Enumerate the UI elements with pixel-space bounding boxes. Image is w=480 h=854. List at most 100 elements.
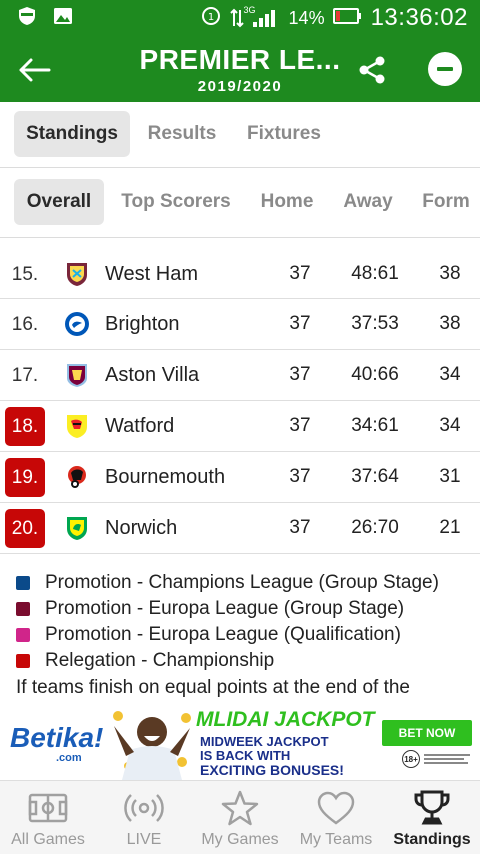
points: 38 xyxy=(439,313,461,334)
tab-away[interactable]: Away xyxy=(334,179,402,225)
legend-label: Promotion - Europa League (Group Stage) xyxy=(45,598,405,619)
standings-legend: Promotion - Champions League (Group Stag… xyxy=(16,570,476,674)
page-title: PREMIER LE... xyxy=(139,44,341,75)
star-icon xyxy=(220,789,260,827)
legend-swatch xyxy=(16,602,30,616)
matches-played: 37 xyxy=(289,364,311,385)
nav-label: My Teams xyxy=(299,831,373,848)
trophy-icon xyxy=(412,789,452,827)
nav-label: My Games xyxy=(201,831,279,848)
table-row[interactable]: 16. Brighton 37 37:53 38 xyxy=(0,299,480,350)
team-name: Aston Villa xyxy=(105,364,200,386)
arrow-left-icon xyxy=(19,58,51,82)
share-button[interactable] xyxy=(352,50,392,90)
position: 17. xyxy=(11,364,39,386)
bet-now-button[interactable]: BET NOW xyxy=(382,720,472,746)
legend-swatch xyxy=(16,628,30,642)
west-ham-crest-icon xyxy=(64,261,90,287)
nav-label: LIVE xyxy=(126,831,162,848)
legend-label: Promotion - Champions League (Group Stag… xyxy=(45,572,439,593)
ad-copy-line: EXCITING BONUSES! xyxy=(200,762,344,778)
position: 15. xyxy=(11,263,39,285)
nav-live[interactable]: LIVE xyxy=(96,781,192,854)
aston-villa-crest-icon xyxy=(64,362,90,388)
svg-text:1: 1 xyxy=(207,12,213,23)
goal-ratio: 37:64 xyxy=(351,466,399,487)
table-row[interactable]: 20. Norwich 37 26:70 21 xyxy=(0,503,480,554)
main-tabs: Standings Results Fixtures xyxy=(0,102,480,168)
position: 18. xyxy=(5,407,45,446)
collapse-button[interactable] xyxy=(428,52,462,86)
goal-ratio: 26:70 xyxy=(351,517,399,538)
minus-circle-icon xyxy=(437,67,453,71)
position: 19. xyxy=(5,458,45,497)
table-row[interactable]: 18. Watford 37 34:61 34 xyxy=(0,401,480,452)
matches-played: 37 xyxy=(289,313,311,334)
tab-fixtures[interactable]: Fixtures xyxy=(238,111,330,157)
table-row[interactable]: 15. West Ham 37 48:61 38 xyxy=(0,249,480,299)
goal-ratio: 48:61 xyxy=(351,263,399,284)
tab-overall[interactable]: Overall xyxy=(14,179,104,225)
ad-logo: Betika! .com xyxy=(10,722,104,764)
bottom-navigation: All Games LIVE My Games My Teams Standin… xyxy=(0,780,480,854)
legend-label: Relegation - Championship xyxy=(45,650,275,671)
team-name: Watford xyxy=(105,415,175,437)
tab-form[interactable]: Form xyxy=(414,179,478,225)
goal-ratio: 37:53 xyxy=(351,313,399,334)
clock: 13:36:02 xyxy=(370,4,468,31)
ad-logo-text: Betika! xyxy=(10,722,104,753)
legend-item: Promotion - Europa League (Group Stage) xyxy=(16,596,476,622)
ad-banner[interactable]: Betika! .com MLIDAI JACKPOT MIDWEEK JACK… xyxy=(0,704,480,780)
tab-results[interactable]: Results xyxy=(140,111,224,157)
matches-played: 37 xyxy=(289,466,311,487)
table-row[interactable]: 19. Bournemouth 37 37:64 31 xyxy=(0,452,480,503)
team-name: Brighton xyxy=(105,313,180,335)
ad-copy: MIDWEEK JACKPOT IS BACK WITH EXCITING BO… xyxy=(200,735,360,778)
points: 31 xyxy=(439,466,461,487)
points: 34 xyxy=(439,364,461,385)
tab-home[interactable]: Home xyxy=(252,179,322,225)
nav-all-games[interactable]: All Games xyxy=(0,781,96,854)
points: 34 xyxy=(439,415,461,436)
ad-fine-print xyxy=(424,754,470,764)
status-bar: 1 3G 14% 13:36:02 xyxy=(0,0,480,36)
position: 20. xyxy=(5,509,45,548)
position: 16. xyxy=(11,313,39,335)
brighton-crest-icon xyxy=(64,311,90,337)
table-row[interactable]: 17. Aston Villa 37 40:66 34 xyxy=(0,350,480,401)
back-button[interactable] xyxy=(14,50,54,90)
legend-item: Promotion - Champions League (Group Stag… xyxy=(16,570,476,596)
app-bar: PREMIER LE... 2019/2020 xyxy=(0,36,480,102)
share-icon xyxy=(359,56,385,84)
heart-icon xyxy=(316,789,356,827)
team-name: Bournemouth xyxy=(105,466,226,488)
ad-logo-domain: .com xyxy=(56,752,82,764)
battery-icon xyxy=(332,7,363,30)
age-restriction-badge: 18+ xyxy=(402,750,420,768)
legend-swatch xyxy=(16,576,30,590)
nav-my-teams[interactable]: My Teams xyxy=(288,781,384,854)
ad-headline: MLIDAI JACKPOT xyxy=(196,708,375,731)
nav-standings[interactable]: Standings xyxy=(384,781,480,854)
ad-copy-line: IS BACK WITH xyxy=(200,748,291,763)
matches-played: 37 xyxy=(289,517,311,538)
matches-played: 37 xyxy=(289,415,311,436)
team-name: West Ham xyxy=(105,263,198,285)
tab-top-scorers[interactable]: Top Scorers xyxy=(114,179,238,225)
live-broadcast-icon xyxy=(124,789,164,827)
tab-standings[interactable]: Standings xyxy=(14,111,130,157)
nav-label: Standings xyxy=(393,831,471,848)
network-signal-icon: 3G xyxy=(229,5,281,29)
legend-swatch xyxy=(16,654,30,668)
network-type: 3G xyxy=(243,5,256,15)
image-icon xyxy=(52,5,74,32)
pitch-icon xyxy=(28,789,68,827)
norwich-crest-icon xyxy=(64,515,90,541)
nav-my-games[interactable]: My Games xyxy=(192,781,288,854)
points: 38 xyxy=(439,263,461,284)
team-name: Norwich xyxy=(105,517,178,539)
watford-crest-icon xyxy=(64,413,90,439)
shield-icon xyxy=(16,5,38,32)
legend-label: Promotion - Europa League (Qualification… xyxy=(45,624,401,645)
standings-sub-tabs: Overall Top Scorers Home Away Form xyxy=(0,168,480,238)
